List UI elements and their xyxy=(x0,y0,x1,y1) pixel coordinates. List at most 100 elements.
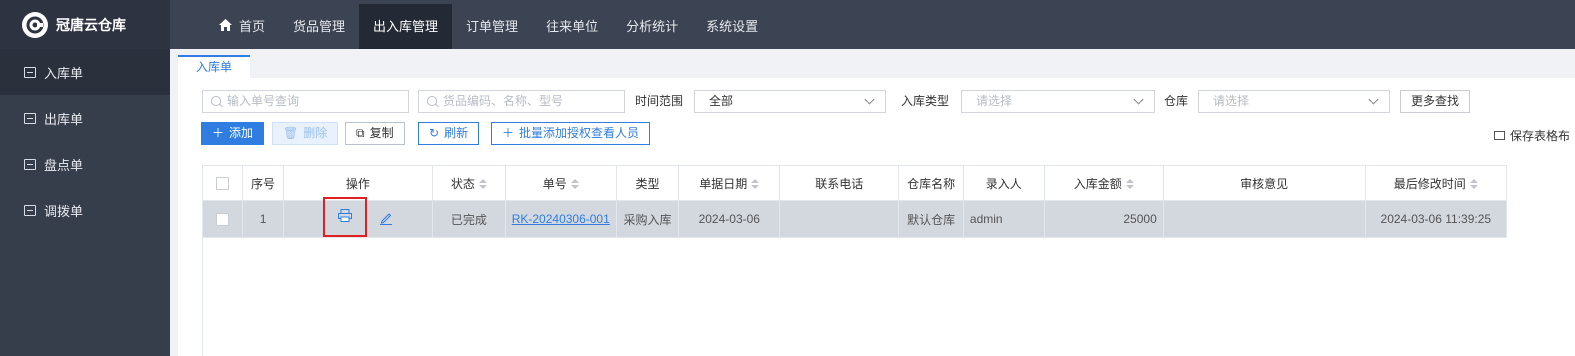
row-index: 1 xyxy=(242,200,284,238)
col-type: 类型 xyxy=(615,165,680,201)
search-icon xyxy=(211,96,221,106)
sidebar-item-stocktake[interactable]: 盘点单 xyxy=(0,141,170,187)
refresh-icon: ↻ xyxy=(429,126,440,140)
transfer-icon xyxy=(24,204,36,216)
sidebar-item-outbound[interactable]: 出库单 xyxy=(0,95,170,141)
sidebar: 入库单 出库单 盘点单 调拨单 xyxy=(0,49,170,356)
nav-item-settings[interactable]: 系统设置 xyxy=(692,4,772,49)
col-modified[interactable]: 最后修改时间 xyxy=(1364,165,1508,201)
row-modified: 2024-03-06 11:39:25 xyxy=(1364,200,1508,238)
warehouse-select[interactable]: 请选择 xyxy=(1198,90,1390,113)
add-label: 添加 xyxy=(229,126,254,140)
inbound-icon xyxy=(24,66,36,78)
col-warehouse: 仓库名称 xyxy=(898,165,964,201)
row-checkbox[interactable] xyxy=(216,213,230,227)
logo[interactable]: 冠唐云仓库 xyxy=(0,0,170,49)
sort-icon[interactable] xyxy=(1125,179,1134,190)
batch-authorize-button[interactable]: ＋ 批量添加授权查看人员 xyxy=(491,122,651,145)
goods-search-input[interactable]: 货品编码、名称、型号 xyxy=(418,90,625,113)
sidebar-item-label: 调拨单 xyxy=(44,203,84,219)
time-range-value: 全部 xyxy=(709,94,734,108)
refresh-label: 刷新 xyxy=(444,126,469,140)
col-review: 审核意见 xyxy=(1162,165,1366,201)
in-type-placeholder: 请选择 xyxy=(976,94,1013,108)
select-all-header xyxy=(201,165,244,201)
content-panel: 输入单号查询 货品编码、名称、型号 时间范围 全部 入库类型 请选择 仓库 请选… xyxy=(178,78,1575,356)
col-order-no[interactable]: 单号 xyxy=(504,165,617,201)
save-layout-button[interactable]: 保存表格布 xyxy=(1494,127,1570,144)
sort-icon[interactable] xyxy=(751,179,760,190)
nav-item-label: 首页 xyxy=(239,19,266,34)
table-header-row: 序号 操作 状态 单号 类型 单据日期 联系电话 仓库名称 录入人 入库金额 审… xyxy=(201,165,1508,201)
search-icon xyxy=(427,96,437,106)
sidebar-item-label: 出库单 xyxy=(44,111,84,127)
plus-icon: ＋ xyxy=(212,126,225,140)
chevron-down-icon xyxy=(1368,94,1379,105)
save-layout-label: 保存表格布 xyxy=(1510,129,1571,143)
select-all-checkbox[interactable] xyxy=(216,177,230,191)
app-title: 冠唐云仓库 xyxy=(56,16,126,33)
row-operator: admin xyxy=(962,200,1045,238)
inbound-table: 序号 操作 状态 单号 类型 单据日期 联系电话 仓库名称 录入人 入库金额 审… xyxy=(201,165,1508,238)
nav-item-goods[interactable]: 货品管理 xyxy=(279,4,359,49)
row-actions xyxy=(282,197,434,238)
print-icon[interactable] xyxy=(337,209,352,225)
plus-icon: ＋ xyxy=(502,126,515,140)
tab-inbound[interactable]: 入库单 xyxy=(178,55,250,78)
nav-item-partners[interactable]: 往来单位 xyxy=(532,4,612,49)
row-warehouse: 默认仓库 xyxy=(898,200,964,238)
row-status: 已完成 xyxy=(432,200,506,238)
copy-icon: ⧉ xyxy=(356,126,365,140)
sort-icon[interactable] xyxy=(478,179,487,190)
tab-bar: 入库单 xyxy=(170,49,1575,78)
order-no-link[interactable]: RK-20240306-001 xyxy=(512,212,610,226)
copy-button[interactable]: ⧉ 复制 xyxy=(345,122,405,145)
table-row[interactable]: 1 已完成 RK-20240306-001 采购入库 2024-03-06 默认… xyxy=(201,197,1508,238)
nav-item-orders[interactable]: 订单管理 xyxy=(452,4,532,49)
folder-icon xyxy=(1494,131,1505,140)
table-empty-area xyxy=(202,235,1507,356)
sort-icon[interactable] xyxy=(570,179,579,190)
col-status[interactable]: 状态 xyxy=(432,165,506,201)
add-button[interactable]: ＋ 添加 xyxy=(201,122,265,145)
col-actions: 操作 xyxy=(282,165,434,201)
in-type-label: 入库类型 xyxy=(901,94,950,108)
warehouse-label: 仓库 xyxy=(1164,94,1189,108)
edit-icon[interactable] xyxy=(379,211,393,228)
delete-label: 删除 xyxy=(303,126,328,140)
main-content: 入库单 输入单号查询 货品编码、名称、型号 时间范围 全部 入库类型 请选择 仓… xyxy=(170,49,1575,356)
trash-icon: 🗑 xyxy=(283,126,299,140)
order-no-search-input[interactable]: 输入单号查询 xyxy=(202,90,409,113)
in-type-select[interactable]: 请选择 xyxy=(961,90,1155,113)
row-phone xyxy=(779,200,900,238)
batch-label: 批量添加授权查看人员 xyxy=(519,126,640,140)
sort-icon[interactable] xyxy=(1469,179,1478,190)
row-type: 采购入库 xyxy=(615,200,680,238)
time-range-select[interactable]: 全部 xyxy=(694,90,886,113)
delete-button[interactable]: 🗑 删除 xyxy=(272,122,339,145)
col-phone: 联系电话 xyxy=(779,165,900,201)
sidebar-item-inbound[interactable]: 入库单 xyxy=(0,49,170,95)
print-action-highlight xyxy=(322,197,367,237)
chevron-down-icon xyxy=(1133,94,1144,105)
col-date[interactable]: 单据日期 xyxy=(678,165,781,201)
main-nav: 首页 货品管理 出入库管理 订单管理 往来单位 分析统计 系统设置 xyxy=(205,4,772,49)
col-operator: 录入人 xyxy=(962,165,1045,201)
nav-item-inout[interactable]: 出入库管理 xyxy=(359,4,453,49)
row-amount: 25000 xyxy=(1043,200,1164,238)
refresh-button[interactable]: ↻ 刷新 xyxy=(418,122,480,145)
row-checkbox-cell xyxy=(201,200,244,238)
order-no-placeholder: 输入单号查询 xyxy=(227,94,300,108)
nav-item-home[interactable]: 首页 xyxy=(205,4,279,49)
logo-icon xyxy=(22,11,48,38)
sidebar-item-label: 入库单 xyxy=(44,65,84,81)
sidebar-item-transfer[interactable]: 调拨单 xyxy=(0,187,170,233)
home-icon xyxy=(219,4,232,49)
time-range-label: 时间范围 xyxy=(635,94,684,108)
goods-placeholder: 货品编码、名称、型号 xyxy=(443,94,564,108)
nav-item-analytics[interactable]: 分析统计 xyxy=(612,4,692,49)
sidebar-item-label: 盘点单 xyxy=(44,157,84,173)
more-search-button[interactable]: 更多查找 xyxy=(1400,90,1471,113)
col-amount[interactable]: 入库金额 xyxy=(1043,165,1164,201)
col-index: 序号 xyxy=(242,165,284,201)
